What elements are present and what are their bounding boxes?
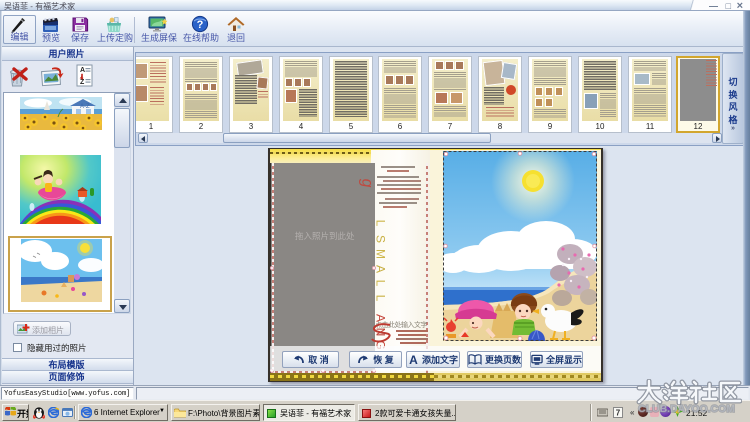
svg-text:?: ? [197, 19, 204, 31]
svg-text:A: A [80, 67, 85, 74]
svg-text:7: 7 [616, 409, 621, 418]
svg-text:Z: Z [80, 79, 85, 86]
svg-text:A-Z: A-Z [80, 104, 90, 110]
svg-text:A: A [409, 354, 418, 365]
